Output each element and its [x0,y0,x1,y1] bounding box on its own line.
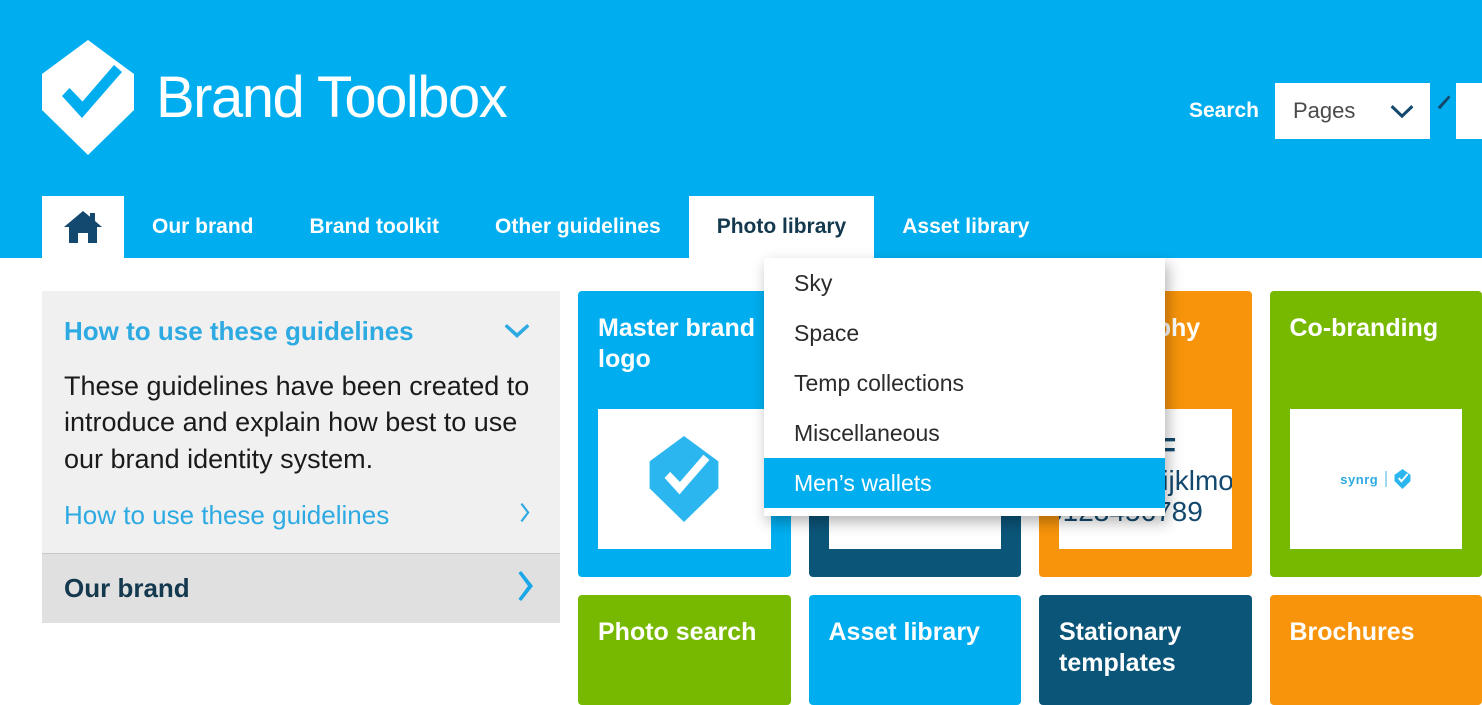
dropdown-item-mens-wallets[interactable]: Men’s wallets [764,458,1165,508]
dropdown-item-temp-collections[interactable]: Temp collections [764,358,1165,408]
tile-asset-library[interactable]: Asset library [809,595,1022,705]
photo-library-dropdown: Sky Space Temp collections Miscellaneous… [764,258,1165,516]
dropdown-item-label: Men’s wallets [794,470,932,497]
site-header: Brand Toolbox Search Pages [0,0,1482,196]
nav-item-label: Our brand [152,215,254,239]
cobrand-lockup: synrg [1340,469,1411,489]
sidebar: How to use these guidelines These guidel… [42,291,560,623]
tile-stationary-templates[interactable]: Stationary templates [1039,595,1252,705]
nav-item-list: Our brand Brand toolkit Other guidelines… [124,196,1057,258]
shield-check-logo-icon [42,40,134,155]
tile-title: Photo search [598,617,771,648]
chevron-down-icon[interactable] [504,317,530,344]
nav-item-label: Asset library [902,215,1029,239]
dropdown-item-space[interactable]: Space [764,308,1165,358]
tile-master-brand-logo[interactable]: Master brand logo [578,291,791,577]
main-nav: Our brand Brand toolkit Other guidelines… [0,196,1482,258]
tile-title: Master brand logo [598,313,771,374]
sidebar-item-label: Our brand [64,573,190,604]
tile-title: Brochures [1290,617,1463,648]
search-label: Search [1189,99,1259,123]
tile-thumbnail: synrg [1290,409,1463,549]
chevron-right-icon [519,503,530,527]
search-input[interactable] [1456,83,1482,139]
nav-home-button[interactable] [42,196,124,258]
dropdown-item-label: Sky [794,270,832,297]
tile-brochures[interactable]: Brochures [1270,595,1482,705]
tile-co-branding[interactable]: Co-branding synrg [1270,291,1482,577]
cobrand-partner-name: synrg [1340,472,1378,487]
sidebar-panel-link[interactable]: How to use these guidelines [64,500,530,531]
dropdown-item-label: Temp collections [794,370,964,397]
nav-item-brand-toolkit[interactable]: Brand toolkit [282,196,468,258]
sidebar-panel-body: These guidelines have been created to in… [64,368,530,478]
sidebar-item-our-brand[interactable]: Our brand [42,553,560,623]
site-title: Brand Toolbox [156,69,506,127]
tile-row-2: Photo search Asset library Stationary te… [578,595,1482,705]
nav-item-label: Brand toolkit [310,215,440,239]
sidebar-panel-title: How to use these guidelines [64,317,414,346]
nav-item-label: Photo library [717,215,847,239]
search-area: Search Pages [1189,83,1482,139]
dropdown-item-sky[interactable]: Sky [764,258,1165,308]
chevron-down-icon [1390,104,1414,119]
nav-item-asset-library[interactable]: Asset library [874,196,1057,258]
sidebar-panel-link-label: How to use these guidelines [64,500,389,531]
sidebar-panel-header[interactable]: How to use these guidelines [64,317,530,346]
shield-check-logo-icon [1394,469,1411,489]
page-body: How to use these guidelines These guidel… [0,258,1482,695]
tile-title: Stationary templates [1059,617,1232,678]
tile-title: Asset library [829,617,1002,648]
tile-title: Co-branding [1290,313,1463,344]
dropdown-item-label: Space [794,320,859,347]
search-scope-value: Pages [1293,98,1355,124]
nav-item-our-brand[interactable]: Our brand [124,196,282,258]
chevron-right-icon [516,571,534,606]
dropdown-item-label: Miscellaneous [794,420,940,447]
tile-photo-search[interactable]: Photo search [578,595,791,705]
divider [1385,471,1387,487]
search-scope-select[interactable]: Pages [1275,83,1430,139]
sidebar-intro-panel: How to use these guidelines These guidel… [42,291,560,553]
nav-item-label: Other guidelines [495,215,661,239]
tile-thumbnail [598,409,771,549]
nav-item-other-guidelines[interactable]: Other guidelines [467,196,689,258]
dropdown-item-miscellaneous[interactable]: Miscellaneous [764,408,1165,458]
nav-item-photo-library[interactable]: Photo library [689,196,875,258]
home-icon [64,210,102,244]
brand-logo[interactable]: Brand Toolbox [42,40,506,155]
